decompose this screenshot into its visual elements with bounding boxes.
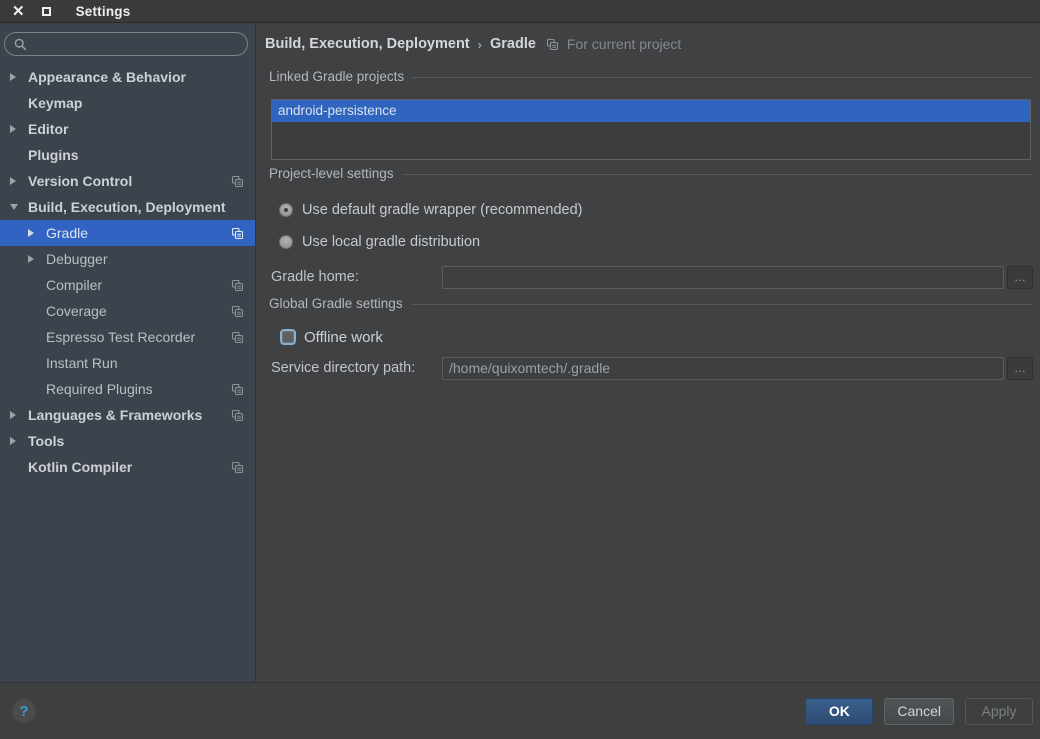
gradle-settings-panel: Build, Execution, Deployment › Gradle Fo…: [256, 23, 1040, 682]
service-directory-browse-button[interactable]: …: [1007, 356, 1033, 380]
sidebar-item-instant-run[interactable]: Instant Run: [0, 350, 255, 376]
per-project-settings-icon: [231, 331, 244, 344]
help-icon[interactable]: ?: [12, 699, 36, 723]
sidebar-item-label: Kotlin Compiler: [28, 459, 133, 475]
search-icon: [14, 38, 27, 51]
radio-button-icon[interactable]: [279, 203, 293, 217]
close-icon[interactable]: ✕: [12, 4, 25, 19]
linked-projects-list[interactable]: android-persistence: [271, 99, 1031, 160]
sidebar-item-gradle[interactable]: Gradle: [0, 220, 255, 246]
service-directory-row: Service directory path: …: [256, 356, 1040, 380]
project-level-settings-header: Project-level settings: [269, 163, 1032, 183]
settings-sidebar: Appearance & Behavior Keymap Editor Plugins…: [0, 23, 256, 682]
gradle-home-row: Gradle home: …: [256, 265, 1040, 289]
sidebar-item-kotlin-compiler[interactable]: Kotlin Compiler: [0, 454, 255, 480]
radio-local-gradle-distribution[interactable]: Use local gradle distribution: [279, 229, 1040, 255]
sidebar-item-label: Debugger: [46, 251, 108, 267]
tree-expand-arrow-icon[interactable]: [10, 411, 28, 419]
sidebar-item-build-execution-deployment[interactable]: Build, Execution, Deployment: [0, 194, 255, 220]
settings-search-box[interactable]: [4, 32, 248, 56]
section-title: Global Gradle settings: [269, 295, 403, 311]
sidebar-item-keymap[interactable]: Keymap: [0, 90, 255, 116]
sidebar-item-label: Editor: [28, 121, 69, 137]
section-rule: [401, 173, 1032, 175]
sidebar-item-languages-frameworks[interactable]: Languages & Frameworks: [0, 402, 255, 428]
radio-label: Use local gradle distribution: [302, 234, 481, 250]
sidebar-item-label: Appearance & Behavior: [28, 69, 186, 85]
tree-expand-arrow-icon[interactable]: [10, 125, 28, 133]
search-input[interactable]: [33, 36, 233, 52]
sidebar-item-label: Gradle: [46, 225, 89, 241]
sidebar-item-tools[interactable]: Tools: [0, 428, 255, 454]
sidebar-item-label: Espresso Test Recorder: [46, 329, 196, 345]
per-project-settings-icon: [231, 227, 244, 240]
dialog-footer: ? OK Cancel Apply: [0, 682, 1040, 739]
breadcrumb-separator-icon: ›: [477, 36, 482, 52]
ok-button[interactable]: OK: [805, 697, 874, 725]
sidebar-item-label: Languages & Frameworks: [28, 407, 203, 423]
service-directory-input[interactable]: [442, 356, 1004, 380]
offline-work-label: Offline work: [304, 328, 383, 346]
tree-expand-arrow-icon[interactable]: [10, 73, 28, 81]
tree-expand-arrow-icon[interactable]: [10, 204, 28, 210]
sidebar-item-label: Plugins: [28, 147, 79, 163]
sidebar-item-version-control[interactable]: Version Control: [0, 168, 255, 194]
radio-default-gradle-wrapper[interactable]: Use default gradle wrapper (recommended): [279, 197, 1040, 223]
offline-work-option[interactable]: Offline work: [280, 325, 1040, 349]
radio-label: Use default gradle wrapper (recommended): [302, 202, 583, 218]
per-project-settings-icon: [231, 461, 244, 474]
cancel-button[interactable]: Cancel: [884, 697, 954, 725]
checkbox-icon[interactable]: [280, 329, 296, 345]
sidebar-item-plugins[interactable]: Plugins: [0, 142, 255, 168]
maximize-icon[interactable]: [41, 6, 51, 16]
scope-note: For current project: [566, 36, 682, 52]
section-rule: [412, 76, 1032, 78]
sidebar-item-label: Instant Run: [46, 355, 118, 371]
sidebar-item-espresso-test-recorder[interactable]: Espresso Test Recorder: [0, 324, 255, 350]
per-project-settings-icon: [231, 175, 244, 188]
section-title: Linked Gradle projects: [269, 68, 405, 84]
global-gradle-settings-header: Global Gradle settings: [269, 293, 1032, 313]
tree-expand-arrow-icon[interactable]: [28, 255, 46, 263]
tree-expand-arrow-icon[interactable]: [28, 229, 46, 237]
apply-button[interactable]: Apply: [965, 697, 1033, 725]
linked-projects-header: Linked Gradle projects: [269, 66, 1032, 86]
service-directory-label: Service directory path:: [271, 360, 416, 376]
sidebar-item-editor[interactable]: Editor: [0, 116, 255, 142]
sidebar-item-label: Required Plugins: [46, 381, 153, 397]
gradle-home-browse-button[interactable]: …: [1007, 265, 1033, 289]
section-title: Project-level settings: [269, 165, 394, 181]
breadcrumb: Build, Execution, Deployment › Gradle Fo…: [256, 23, 1040, 65]
tree-expand-arrow-icon[interactable]: [10, 437, 28, 445]
sidebar-item-label: Tools: [28, 433, 65, 449]
titlebar: ✕ Settings: [0, 0, 1040, 23]
settings-dialog: ✕ Settings Appearance & Behavior Keymap Ed…: [0, 0, 1040, 739]
per-project-settings-icon: [231, 279, 244, 292]
gradle-home-label: Gradle home:: [271, 269, 359, 285]
window-title: Settings: [75, 3, 131, 19]
gradle-home-input[interactable]: [442, 265, 1004, 289]
linked-project-item[interactable]: android-persistence: [272, 100, 1030, 122]
sidebar-item-label: Build, Execution, Deployment: [28, 199, 226, 215]
per-project-settings-icon: [231, 409, 244, 422]
sidebar-item-coverage[interactable]: Coverage: [0, 298, 255, 324]
sidebar-item-appearance-behavior[interactable]: Appearance & Behavior: [0, 64, 255, 90]
breadcrumb-current: Gradle: [489, 36, 536, 52]
per-project-settings-icon: [546, 38, 559, 51]
sidebar-item-debugger[interactable]: Debugger: [0, 246, 255, 272]
tree-expand-arrow-icon[interactable]: [10, 177, 28, 185]
settings-tree: Appearance & Behavior Keymap Editor Plugins…: [0, 64, 255, 480]
sidebar-item-label: Coverage: [46, 303, 107, 319]
section-rule: [410, 303, 1032, 305]
radio-button-icon[interactable]: [279, 235, 293, 249]
sidebar-item-compiler[interactable]: Compiler: [0, 272, 255, 298]
sidebar-item-label: Keymap: [28, 95, 83, 111]
breadcrumb-parent[interactable]: Build, Execution, Deployment: [265, 36, 470, 52]
sidebar-item-label: Version Control: [28, 173, 133, 189]
per-project-settings-icon: [231, 305, 244, 318]
sidebar-item-required-plugins[interactable]: Required Plugins: [0, 376, 255, 402]
per-project-settings-icon: [231, 383, 244, 396]
sidebar-item-label: Compiler: [46, 277, 103, 293]
